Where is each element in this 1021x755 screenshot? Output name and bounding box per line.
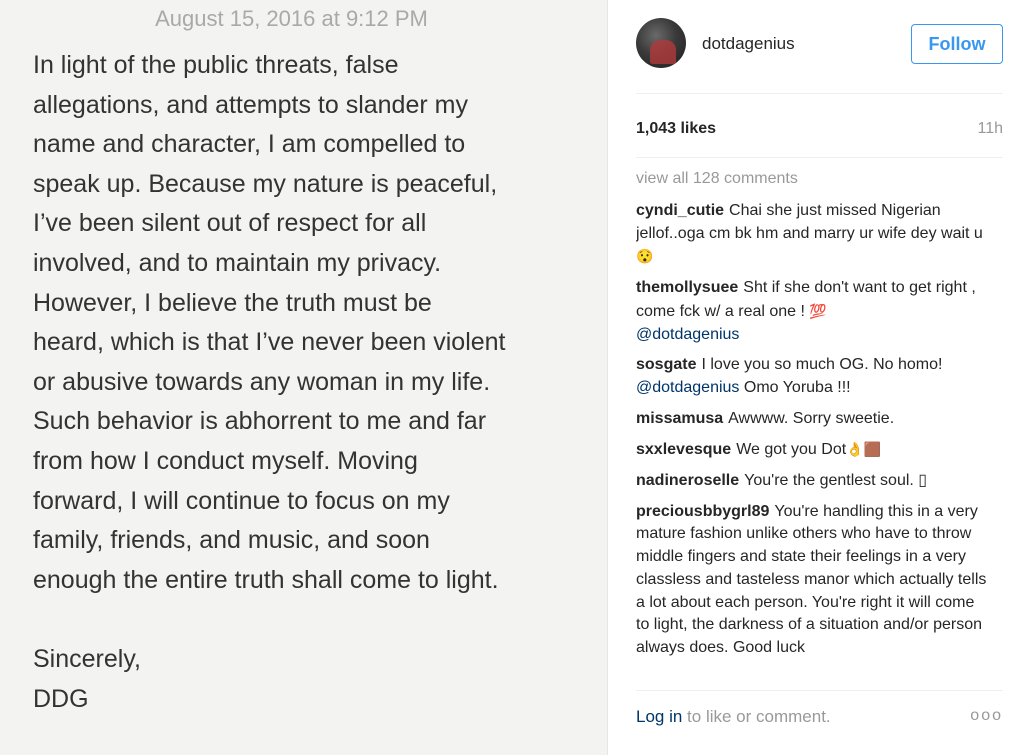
note-body-text: In light of the public threats, false al… (33, 51, 506, 594)
note-signoff: Sincerely, DDG (33, 645, 141, 713)
avatar[interactable] (636, 18, 686, 68)
footer-divider (636, 690, 1003, 691)
list-item: preciousbbygrl89 You're handling this in … (636, 501, 992, 660)
login-link[interactable]: Log in (636, 707, 682, 726)
more-options-icon[interactable]: ooo (970, 707, 1003, 725)
list-item: sxxlevesque We got you Dot👌🟫 (636, 438, 992, 462)
list-item: sosgate I love you so much OG. No homo! @… (636, 354, 992, 399)
comment-user[interactable]: cyndi_cutie (636, 202, 724, 219)
view-all-comments[interactable]: view all 128 comments (636, 170, 798, 188)
comment-mention[interactable]: @dotdagenius (636, 326, 739, 343)
astonished-emoji-icon: 😯 (636, 248, 654, 265)
login-prompt-text: to like or comment. (682, 707, 831, 726)
comment-list: cyndi_cutie Chai she just missed Nigerian… (636, 200, 992, 676)
follow-button[interactable]: Follow (911, 24, 1003, 64)
note-body: In light of the public threats, false al… (33, 46, 593, 600)
comment-text: I love you so much OG. No homo! (701, 356, 943, 374)
likes-count[interactable]: 1,043 likes (636, 120, 716, 138)
likes-divider (636, 157, 1003, 158)
note-date: August 15, 2016 at 9:12 PM (155, 6, 428, 31)
comment-user[interactable]: themollysuee (636, 279, 738, 296)
note-screenshot: August 15, 2016 at 9:12 PM In light of t… (0, 0, 607, 755)
comment-mention[interactable]: @dotdagenius (636, 379, 739, 396)
ok-hand-emoji-icon: 👌🟫 (846, 441, 882, 458)
comment-text: We got you Dot (736, 441, 847, 459)
list-item: missamusa Awwww. Sorry sweetie. (636, 408, 992, 431)
comment-text: You're the gentlest soul. ▯ (744, 472, 928, 490)
comment-text: Awwww. Sorry sweetie. (728, 409, 895, 427)
hundred-points-emoji-icon: 💯 (809, 302, 827, 319)
comment-user[interactable]: missamusa (636, 410, 723, 427)
post-time[interactable]: 11h (977, 120, 1003, 138)
list-item: cyndi_cutie Chai she just missed Nigerian… (636, 200, 992, 269)
comment-user[interactable]: preciousbbygrl89 (636, 503, 769, 520)
comment-user[interactable]: nadineroselle (636, 472, 739, 489)
list-item: nadineroselle You're the gentlest soul. ▯ (636, 470, 992, 493)
header-divider (636, 93, 1003, 94)
comment-user[interactable]: sxxlevesque (636, 441, 731, 458)
login-prompt: Log in to like or comment. (636, 707, 831, 727)
comment-text: You're handling this in a very mature fa… (636, 502, 987, 656)
post-username[interactable]: dotdagenius (702, 34, 795, 54)
comment-user[interactable]: sosgate (636, 356, 696, 373)
list-item: themollysuee Sht if she don't want to get… (636, 277, 992, 346)
post-sidebar: dotdagenius Follow 1,043 likes 11h view … (608, 0, 1021, 755)
comment-text-after: Omo Yoruba !!! (739, 378, 851, 396)
